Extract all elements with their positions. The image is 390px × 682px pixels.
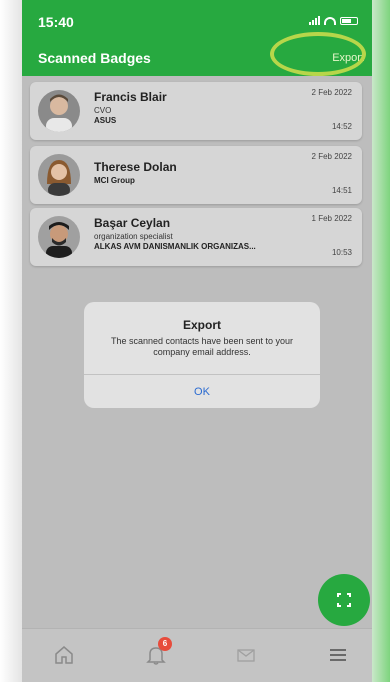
contact-company: ASUS [94, 116, 117, 125]
page-title: Scanned Badges [38, 50, 151, 66]
scan-date: 2 Feb 2022 [311, 88, 352, 97]
tab-menu[interactable] [326, 643, 350, 667]
signal-icon [309, 16, 320, 25]
tab-bar: 6 [22, 628, 372, 682]
wifi-icon [324, 16, 336, 25]
menu-icon [330, 649, 346, 661]
highlight-ring [270, 32, 366, 76]
status-time: 15:40 [38, 14, 74, 30]
ok-button[interactable]: OK [84, 386, 320, 398]
scan-time: 14:52 [331, 122, 352, 131]
badge-card[interactable]: Francis Blair CVO ASUS 2 Feb 2022 14:52 [30, 82, 362, 140]
scan-icon [337, 593, 351, 607]
home-icon [55, 646, 73, 664]
contact-name: Francis Blair [94, 90, 167, 104]
badge-card[interactable]: Therese Dolan MCI Group 2 Feb 2022 14:51 [30, 146, 362, 204]
scan-button[interactable] [318, 574, 370, 626]
battery-icon [340, 16, 358, 25]
dialog-message: The scanned contacts have been sent to y… [110, 336, 294, 357]
scan-time: 10:53 [331, 248, 352, 257]
contact-role: organization specialist [94, 232, 173, 241]
contact-role: CVO [94, 106, 112, 115]
notification-badge: 6 [158, 637, 172, 651]
contact-name: Therese Dolan [94, 160, 177, 174]
scan-date: 2 Feb 2022 [311, 152, 352, 161]
tab-home[interactable] [52, 643, 76, 667]
dialog-divider [84, 374, 320, 375]
tab-messages[interactable] [234, 643, 258, 667]
tab-notifications[interactable]: 6 [144, 637, 172, 667]
mail-icon [237, 649, 255, 662]
contact-company: ALKAS AVM DANISMANLIK ORGANIZAS... [94, 242, 256, 251]
left-edge [0, 0, 22, 682]
phone-screen: 15:40 Scanned Badges Export Francis Blai… [22, 0, 372, 682]
avatar [38, 154, 80, 196]
avatar [38, 90, 80, 132]
right-edge [372, 0, 390, 682]
export-dialog: Export The scanned contacts have been se… [84, 302, 320, 408]
dialog-title: Export [182, 318, 221, 332]
scan-time: 14:51 [331, 186, 352, 195]
contact-company: MCI Group [94, 176, 135, 185]
badge-card[interactable]: Başar Ceylan organization specialist ALK… [30, 208, 362, 266]
scan-date: 1 Feb 2022 [311, 214, 352, 223]
avatar [38, 216, 80, 258]
contact-name: Başar Ceylan [94, 216, 171, 230]
status-icons [309, 16, 358, 25]
